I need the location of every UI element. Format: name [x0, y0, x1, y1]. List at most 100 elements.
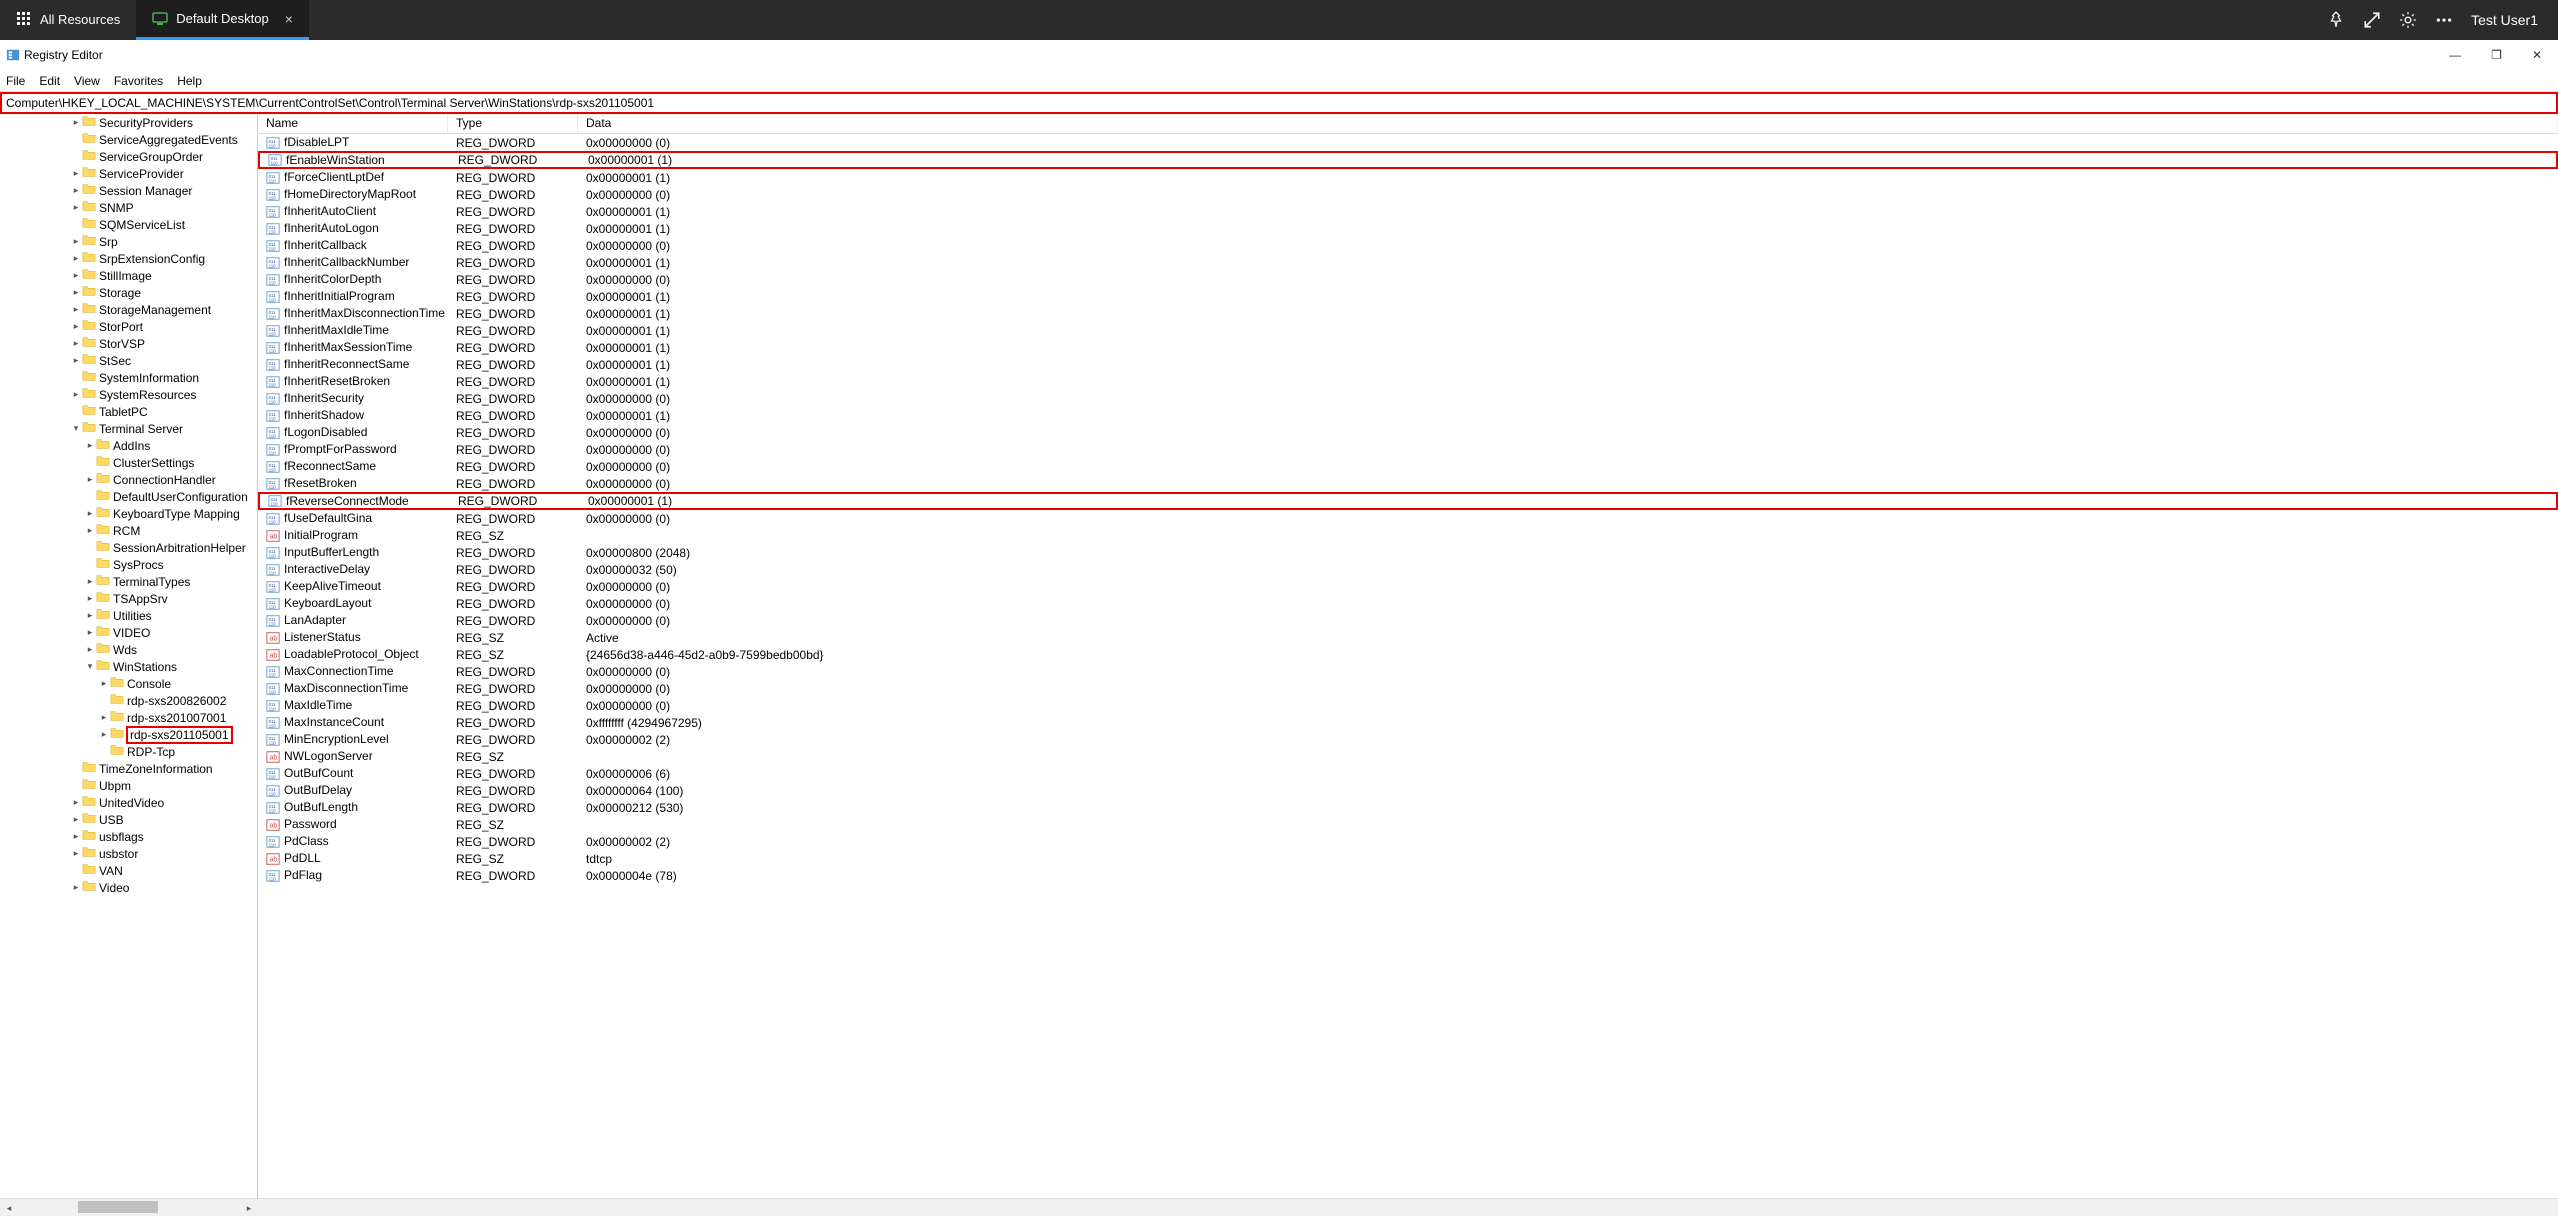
- value-row[interactable]: 011110MaxIdleTimeREG_DWORD0x00000000 (0): [258, 697, 2558, 714]
- menu-edit[interactable]: Edit: [39, 74, 60, 88]
- tree-expander-icon[interactable]: ▸: [98, 729, 110, 740]
- tree-item[interactable]: SysProcs: [0, 556, 257, 573]
- value-row[interactable]: 011110fEnableWinStationREG_DWORD0x000000…: [258, 151, 2558, 169]
- value-row[interactable]: 011110fInheritMaxDisconnectionTimeREG_DW…: [258, 305, 2558, 322]
- value-row[interactable]: 011110fInheritInitialProgramREG_DWORD0x0…: [258, 288, 2558, 305]
- value-row[interactable]: 011110OutBufDelayREG_DWORD0x00000064 (10…: [258, 782, 2558, 799]
- tree-item[interactable]: ▸SecurityProviders: [0, 114, 257, 131]
- value-row[interactable]: 011110MinEncryptionLevelREG_DWORD0x00000…: [258, 731, 2558, 748]
- close-button[interactable]: ✕: [2532, 48, 2542, 62]
- tree-item[interactable]: SessionArbitrationHelper: [0, 539, 257, 556]
- menu-favorites[interactable]: Favorites: [114, 74, 163, 88]
- tree-item[interactable]: rdp-sxs200826002: [0, 692, 257, 709]
- value-row[interactable]: 011110fInheritMaxIdleTimeREG_DWORD0x0000…: [258, 322, 2558, 339]
- tree-item[interactable]: ▸TerminalTypes: [0, 573, 257, 590]
- value-row[interactable]: 011110MaxConnectionTimeREG_DWORD0x000000…: [258, 663, 2558, 680]
- tree-expander-icon[interactable]: ▸: [70, 797, 82, 808]
- tree-item[interactable]: ▸UnitedVideo: [0, 794, 257, 811]
- tree-item[interactable]: ▸Utilities: [0, 607, 257, 624]
- tree-expander-icon[interactable]: ▸: [70, 338, 82, 349]
- tree-expander-icon[interactable]: ▸: [84, 593, 96, 604]
- menu-file[interactable]: File: [6, 74, 25, 88]
- menu-view[interactable]: View: [74, 74, 100, 88]
- tree-expander-icon[interactable]: ▸: [84, 644, 96, 655]
- tree-item[interactable]: ▸VIDEO: [0, 624, 257, 641]
- tree-expander-icon[interactable]: ▸: [84, 610, 96, 621]
- value-row[interactable]: abListenerStatusREG_SZActive: [258, 629, 2558, 646]
- tree-item[interactable]: ▸RCM: [0, 522, 257, 539]
- menu-help[interactable]: Help: [177, 74, 202, 88]
- value-row[interactable]: 011110fReverseConnectModeREG_DWORD0x0000…: [258, 492, 2558, 510]
- value-row[interactable]: abLoadableProtocol_ObjectREG_SZ{24656d38…: [258, 646, 2558, 663]
- value-row[interactable]: 011110fReconnectSameREG_DWORD0x00000000 …: [258, 458, 2558, 475]
- tree-item[interactable]: ▸usbflags: [0, 828, 257, 845]
- value-row[interactable]: 011110MaxDisconnectionTimeREG_DWORD0x000…: [258, 680, 2558, 697]
- value-row[interactable]: 011110PdClassREG_DWORD0x00000002 (2): [258, 833, 2558, 850]
- value-row[interactable]: 011110fInheritResetBrokenREG_DWORD0x0000…: [258, 373, 2558, 390]
- tree-item[interactable]: ▸SrpExtensionConfig: [0, 250, 257, 267]
- tree-h-scroll[interactable]: ◂ ▸: [0, 1199, 258, 1216]
- tree-item[interactable]: Ubpm: [0, 777, 257, 794]
- tree-expander-icon[interactable]: ▸: [84, 525, 96, 536]
- value-row[interactable]: 011110OutBufLengthREG_DWORD0x00000212 (5…: [258, 799, 2558, 816]
- tree-expander-icon[interactable]: ▸: [70, 831, 82, 842]
- tree-expander-icon[interactable]: ▸: [70, 202, 82, 213]
- tree-expander-icon[interactable]: ▾: [84, 661, 96, 672]
- tree-item[interactable]: ▸rdp-sxs201007001: [0, 709, 257, 726]
- tree-expander-icon[interactable]: ▸: [70, 355, 82, 366]
- tree-expander-icon[interactable]: ▸: [70, 389, 82, 400]
- tree-item[interactable]: ▸Storage: [0, 284, 257, 301]
- tree-item[interactable]: ▸ConnectionHandler: [0, 471, 257, 488]
- tree-expander-icon[interactable]: ▸: [70, 848, 82, 859]
- tree-item[interactable]: DefaultUserConfiguration: [0, 488, 257, 505]
- tree-expander-icon[interactable]: ▸: [70, 236, 82, 247]
- tree-item[interactable]: ▸StorageManagement: [0, 301, 257, 318]
- value-row[interactable]: 011110fInheritCallbackNumberREG_DWORD0x0…: [258, 254, 2558, 271]
- tree-item[interactable]: ▸Srp: [0, 233, 257, 250]
- tree-item[interactable]: ▸StorPort: [0, 318, 257, 335]
- value-row[interactable]: 011110MaxInstanceCountREG_DWORD0xfffffff…: [258, 714, 2558, 731]
- value-row[interactable]: 011110fResetBrokenREG_DWORD0x00000000 (0…: [258, 475, 2558, 492]
- tree-item[interactable]: ▸KeyboardType Mapping: [0, 505, 257, 522]
- tree-expander-icon[interactable]: ▸: [84, 627, 96, 638]
- tree-expander-icon[interactable]: ▸: [70, 253, 82, 264]
- value-row[interactable]: 011110fInheritShadowREG_DWORD0x00000001 …: [258, 407, 2558, 424]
- tree-expander-icon[interactable]: ▸: [84, 508, 96, 519]
- tree-item[interactable]: ▸Console: [0, 675, 257, 692]
- tree-item[interactable]: ▾WinStations: [0, 658, 257, 675]
- tree-item[interactable]: ▸AddIns: [0, 437, 257, 454]
- value-row[interactable]: 011110fInheritAutoClientREG_DWORD0x00000…: [258, 203, 2558, 220]
- tree-item[interactable]: ▸ServiceProvider: [0, 165, 257, 182]
- tree-expander-icon[interactable]: ▸: [84, 576, 96, 587]
- value-row[interactable]: 011110fLogonDisabledREG_DWORD0x00000000 …: [258, 424, 2558, 441]
- tree-item[interactable]: ▸SystemResources: [0, 386, 257, 403]
- tree-expander-icon[interactable]: ▸: [70, 270, 82, 281]
- tree-item[interactable]: ▸usbstor: [0, 845, 257, 862]
- value-row[interactable]: 011110fInheritReconnectSameREG_DWORD0x00…: [258, 356, 2558, 373]
- tree-item[interactable]: ▸Wds: [0, 641, 257, 658]
- value-row[interactable]: 011110fDisableLPTREG_DWORD0x00000000 (0): [258, 134, 2558, 151]
- tab-default-desktop[interactable]: Default Desktop ×: [136, 0, 309, 40]
- tab-all-resources[interactable]: All Resources: [0, 0, 136, 40]
- tree-item[interactable]: ServiceGroupOrder: [0, 148, 257, 165]
- value-row[interactable]: 011110InteractiveDelayREG_DWORD0x0000003…: [258, 561, 2558, 578]
- more-icon[interactable]: [2435, 11, 2453, 29]
- pin-icon[interactable]: [2327, 11, 2345, 29]
- user-label[interactable]: Test User1: [2471, 12, 2538, 28]
- tree-expander-icon[interactable]: ▸: [98, 712, 110, 723]
- tree-item[interactable]: RDP-Tcp: [0, 743, 257, 760]
- col-header-data[interactable]: Data: [578, 114, 2558, 133]
- tree-expander-icon[interactable]: ▸: [84, 474, 96, 485]
- value-row[interactable]: abPdDLLREG_SZtdtcp: [258, 850, 2558, 867]
- value-row[interactable]: 011110KeepAliveTimeoutREG_DWORD0x0000000…: [258, 578, 2558, 595]
- tree-expander-icon[interactable]: ▸: [70, 814, 82, 825]
- tree-item[interactable]: ▸Session Manager: [0, 182, 257, 199]
- value-row[interactable]: 011110PdFlagREG_DWORD0x0000004e (78): [258, 867, 2558, 884]
- tree-expander-icon[interactable]: ▸: [70, 168, 82, 179]
- tree-expander-icon[interactable]: ▸: [70, 882, 82, 893]
- tree-item[interactable]: VAN: [0, 862, 257, 879]
- value-row[interactable]: 011110fPromptForPasswordREG_DWORD0x00000…: [258, 441, 2558, 458]
- tree-expander-icon[interactable]: ▸: [84, 440, 96, 451]
- tree-item[interactable]: TimeZoneInformation: [0, 760, 257, 777]
- tree-item[interactable]: ClusterSettings: [0, 454, 257, 471]
